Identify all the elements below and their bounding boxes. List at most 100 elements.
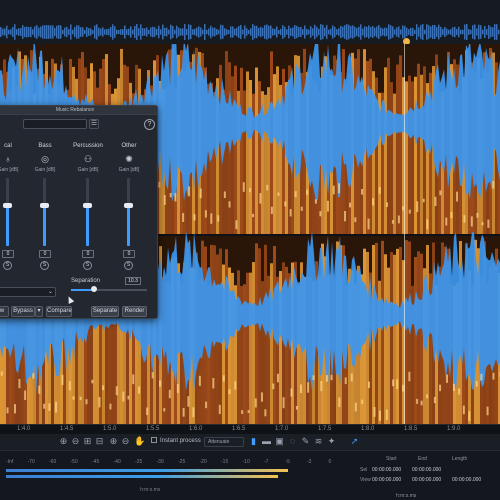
stem-gain-label: Gain [dB] (118, 167, 140, 173)
sel-row-label: Sel (360, 467, 368, 473)
stem-name: cal (4, 143, 12, 149)
time-tick-label: 1:8.0 (361, 426, 375, 432)
brush-tool-icon[interactable]: ✎ (300, 436, 311, 447)
stem-gain-slider[interactable] (124, 178, 133, 246)
microphone-icon: ♁ (4, 154, 12, 164)
time-ruler[interactable]: 1:4.0 1:4.5 1:5.0 1:5.5 1:6.0 1:6.5 1:7.0 1:7.5… (0, 424, 500, 434)
zoom-selection-icon[interactable]: ⊞ (82, 436, 93, 447)
help-button[interactable]: ? (144, 119, 155, 130)
time-frequency-selection-icon[interactable]: ▣ (274, 436, 285, 447)
overview-waveform (0, 24, 500, 40)
meter-timecode-format[interactable]: h:m:s.ms (140, 487, 160, 493)
time-selection-icon[interactable]: ▮ (248, 436, 259, 447)
meter-tick: -3 (307, 459, 312, 465)
zoom-in-freq-icon[interactable]: ⊕ (108, 436, 119, 447)
stem-gain-value[interactable]: 0 (39, 250, 51, 258)
stem-gain-fill (6, 205, 9, 246)
stem-gain-fill (43, 205, 46, 246)
stem-gain-value[interactable]: 0 (2, 250, 14, 258)
meter-tick: -Inf (6, 459, 14, 465)
meter-tick: -7 (264, 459, 269, 465)
preset-menu-icon[interactable]: ☰ (89, 119, 99, 129)
separation-slider-thumb[interactable] (90, 286, 97, 292)
selection-panel: Start End Length Sel 00:00:00.000 00:00:… (356, 456, 496, 499)
quality-dropdown[interactable]: ⌄ (0, 287, 56, 297)
stem-solo-button[interactable]: S (40, 261, 49, 270)
stem-gain-slider[interactable] (83, 178, 92, 246)
sel-header-end: End (418, 456, 427, 462)
sel-start-field[interactable]: 00:00:00.000 (372, 467, 401, 473)
instant-process-mode-select[interactable]: Attenuate (204, 437, 244, 447)
view-toolbar: ⊕ ⊖ ⊞ ⊟ ⊕ ⊖ ✋ Instant process Attenuate … (0, 434, 500, 450)
instant-process-checkbox[interactable] (151, 437, 157, 443)
frequency-selection-icon[interactable]: ▬ (261, 436, 272, 447)
time-tick-label: 1:5.0 (103, 426, 117, 432)
meter-tick: -30 (156, 459, 164, 465)
zoom-out-freq-icon[interactable]: ⊖ (120, 436, 131, 447)
zoom-full-icon[interactable]: ⊟ (94, 436, 105, 447)
stem-1: Bass ◎ Gain [dB] 0 S (30, 143, 60, 270)
meter-tick: 0 (328, 459, 332, 465)
stem-solo-button[interactable]: S (3, 261, 12, 270)
level-meter: -Inf -70 -60 -50 -45 -40 -35 -30 -25 -20 -15 -10 -7-… (6, 459, 346, 489)
sel-end-field[interactable]: 00:00:00.000 (412, 467, 441, 473)
stem-gain-thumb[interactable] (124, 203, 133, 209)
preview-button[interactable]: w (0, 306, 9, 317)
time-tick-label: 1:7.5 (318, 426, 332, 432)
render-button[interactable]: Render (122, 306, 147, 317)
stem-gain-thumb[interactable] (40, 203, 49, 209)
time-tick-label: 1:6.0 (189, 426, 203, 432)
view-length-field[interactable]: 00:00:00.000 (452, 477, 481, 483)
stem-gain-slider[interactable] (40, 178, 49, 246)
stem-gain-thumb[interactable] (3, 203, 12, 209)
playhead-line (404, 44, 405, 424)
stem-solo-button[interactable]: S (124, 261, 133, 270)
stem-gain-value[interactable]: 0 (123, 250, 135, 258)
meter-tick: -15 (221, 459, 229, 465)
waveform-overview[interactable] (0, 0, 500, 45)
music-rebalance-dialog: Music Rebalance ☰ ? cal ♁ Gain [dB] 0 S Bass ◎… (0, 105, 158, 319)
zoom-out-time-icon[interactable]: ⊖ (70, 436, 81, 447)
time-tick-label: 1:6.5 (232, 426, 246, 432)
stem-gain-label: Gain [dB] (77, 167, 99, 173)
meter-right-channel (6, 475, 278, 478)
magic-wand-icon[interactable]: ✦ (326, 436, 337, 447)
bypass-button[interactable]: Bypass (11, 306, 35, 317)
time-tick-label: 1:4.5 (60, 426, 74, 432)
stem-gain-thumb[interactable] (83, 203, 92, 209)
chevron-down-icon: ⌄ (47, 289, 53, 295)
harmonic-selection-icon[interactable]: ≋ (313, 436, 324, 447)
stem-gain-label: Gain [dB] (34, 167, 56, 173)
meter-tick: -10 (242, 459, 250, 465)
stem-3: Other ✺ Gain [dB] 0 S (114, 143, 144, 270)
view-end-field[interactable]: 00:00:00.000 (412, 477, 441, 483)
stem-solo-button[interactable]: S (83, 261, 92, 270)
meter-tick: -45 (92, 459, 100, 465)
bypass-options-icon[interactable]: ▾ (35, 306, 43, 317)
stem-gain-slider[interactable] (3, 178, 12, 246)
stem-gain-label: Gain [dB] (0, 167, 19, 173)
time-tick-label: 1:7.0 (275, 426, 289, 432)
zoom-in-time-icon[interactable]: ⊕ (58, 436, 69, 447)
view-start-field[interactable]: 00:00:00.000 (372, 477, 401, 483)
instant-process-toggle[interactable]: Instant process (151, 437, 201, 444)
meter-tick: -40 (113, 459, 121, 465)
dialog-title[interactable]: Music Rebalance (0, 106, 157, 115)
hand-tool-icon[interactable]: ✋ (134, 436, 145, 447)
meter-tick: -25 (178, 459, 186, 465)
separate-button[interactable]: Separate (91, 306, 119, 317)
pointer-tool-icon[interactable]: ➚ (349, 436, 360, 447)
selection-format-select[interactable]: h:m:s.ms (396, 493, 416, 499)
stem-gain-fill (127, 205, 130, 246)
stem-name: Other (121, 143, 137, 149)
preset-dropdown[interactable] (23, 119, 87, 129)
lasso-tool-icon[interactable]: ◌ (287, 436, 298, 447)
sel-header-length: Length (452, 456, 468, 462)
separation-value[interactable]: 10.3 (125, 277, 141, 285)
stem-0: cal ♁ Gain [dB] 0 S (0, 143, 23, 270)
meter-tick: -50 (70, 459, 78, 465)
stem-gain-value[interactable]: 0 (82, 250, 94, 258)
stem-gain-fill (86, 205, 89, 246)
compare-button[interactable]: Compare (46, 306, 72, 317)
separation-slider[interactable] (71, 286, 147, 292)
